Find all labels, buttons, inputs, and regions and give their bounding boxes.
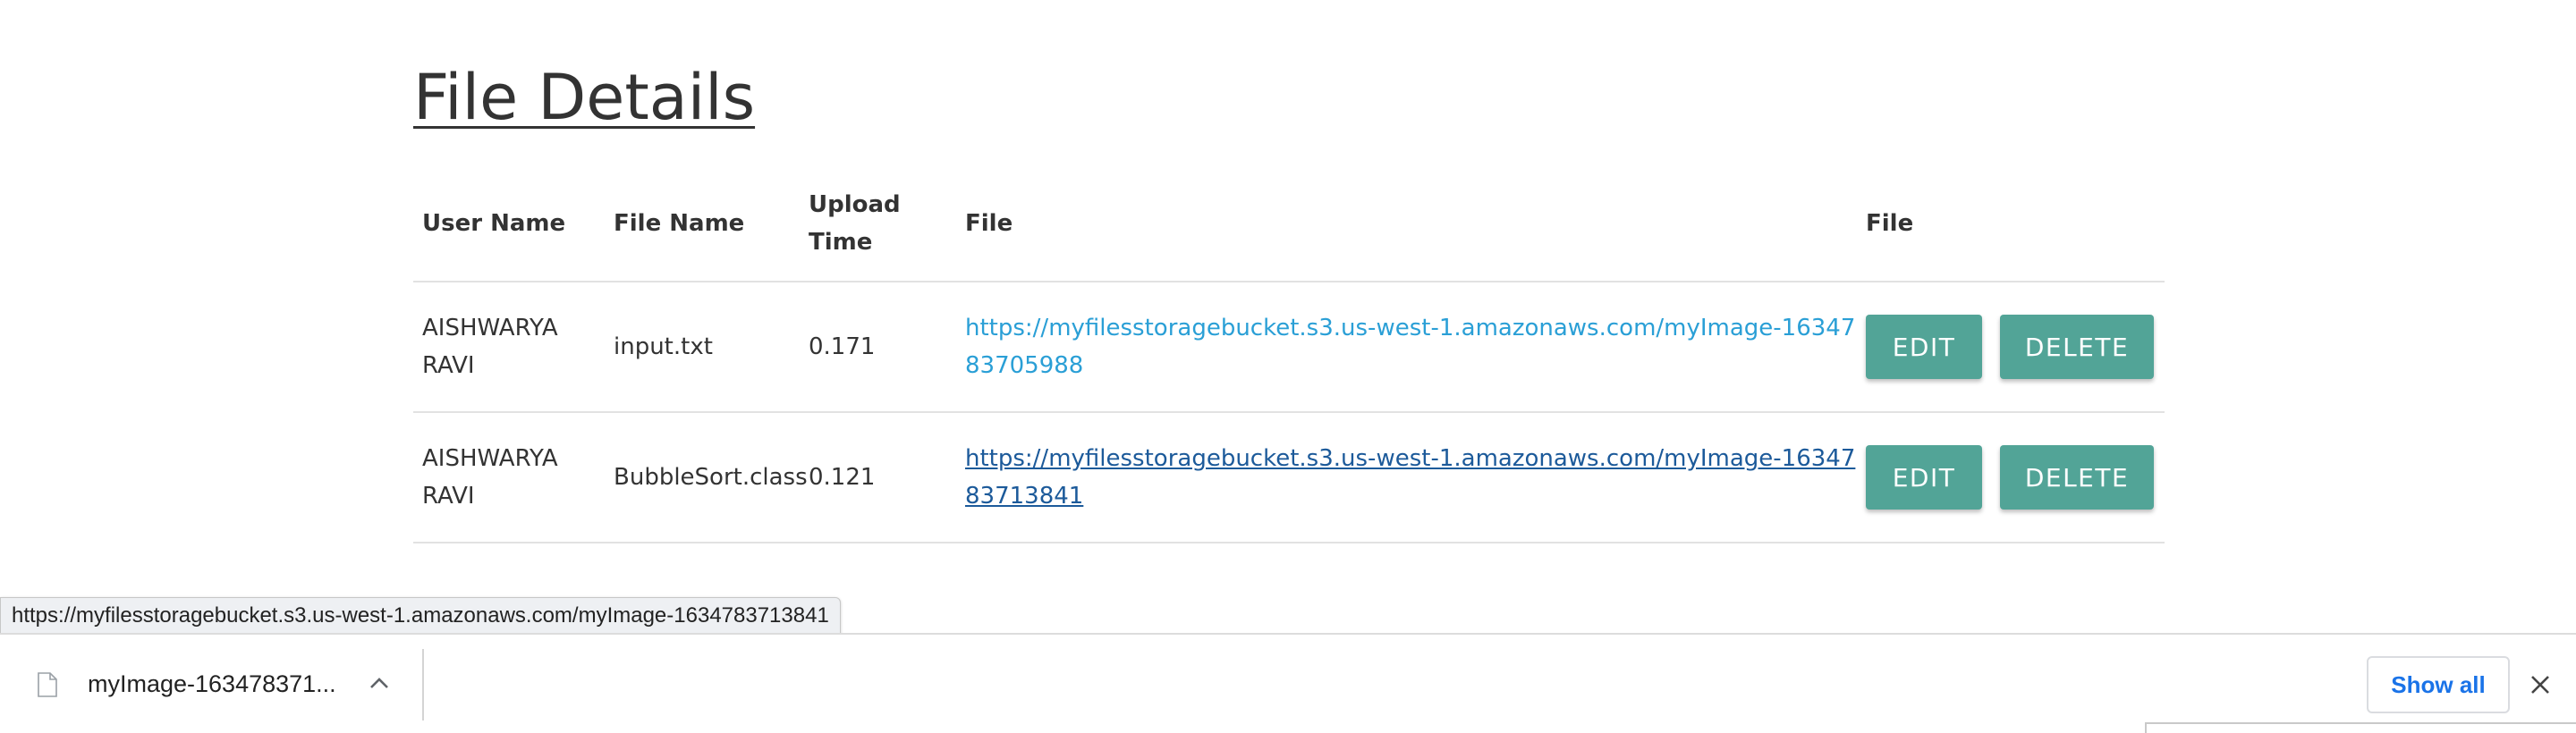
show-all-button[interactable]: Show all: [2367, 656, 2510, 713]
file-link[interactable]: https://myfilesstoragebucket.s3.us-west-…: [965, 309, 1860, 384]
cell-user-name: AISHWARYA RAVI: [422, 315, 558, 379]
table-header-row: User Name File Name Upload Time File Fil…: [413, 166, 2165, 282]
file-icon: [38, 672, 57, 697]
table-row: AISHWARYA RAVI input.txt 0.171 https://m…: [413, 282, 2165, 413]
edit-button[interactable]: EDIT: [1866, 315, 1982, 379]
header-actions: File: [1866, 210, 1914, 237]
table-row: AISHWARYA RAVI BubbleSort.class 0.121 ht…: [413, 413, 2165, 543]
download-item-name: myImage-163478371...: [88, 670, 336, 697]
page: File Details User Name File Name Upload …: [0, 0, 2576, 733]
page-title: File Details: [413, 61, 756, 134]
cell-file-name: input.txt: [614, 333, 713, 360]
download-item[interactable]: myImage-163478371...: [0, 635, 422, 733]
cell-file-link-wrap: https://myfilesstoragebucket.s3.us-west-…: [965, 413, 1860, 542]
file-details-table: User Name File Name Upload Time File Fil…: [413, 166, 2165, 543]
cell-upload-time: 0.121: [809, 464, 876, 491]
delete-button[interactable]: DELETE: [2000, 315, 2154, 379]
popup-edge: [2145, 722, 2576, 733]
delete-button[interactable]: DELETE: [2000, 445, 2154, 510]
cell-actions: EDIT DELETE: [1866, 413, 2161, 542]
download-bar: myImage-163478371... Show all: [0, 633, 2576, 733]
cell-actions: EDIT DELETE: [1866, 282, 2161, 411]
header-upload-time: Upload Time: [809, 191, 901, 256]
close-icon[interactable]: [2528, 672, 2553, 697]
edit-button[interactable]: EDIT: [1866, 445, 1982, 510]
header-file: File: [965, 210, 1013, 237]
header-user-name: User Name: [422, 210, 566, 237]
cell-file-link-wrap: https://myfilesstoragebucket.s3.us-west-…: [965, 282, 1860, 411]
file-link[interactable]: https://myfilesstoragebucket.s3.us-west-…: [965, 440, 1860, 515]
download-separator: [422, 649, 424, 720]
cell-upload-time: 0.171: [809, 333, 876, 360]
status-bar-url: https://myfilesstoragebucket.s3.us-west-…: [0, 597, 841, 635]
cell-file-name: BubbleSort.class: [614, 464, 808, 491]
header-file-name: File Name: [614, 210, 745, 237]
chevron-up-icon[interactable]: [367, 672, 392, 694]
cell-user-name: AISHWARYA RAVI: [422, 445, 558, 510]
